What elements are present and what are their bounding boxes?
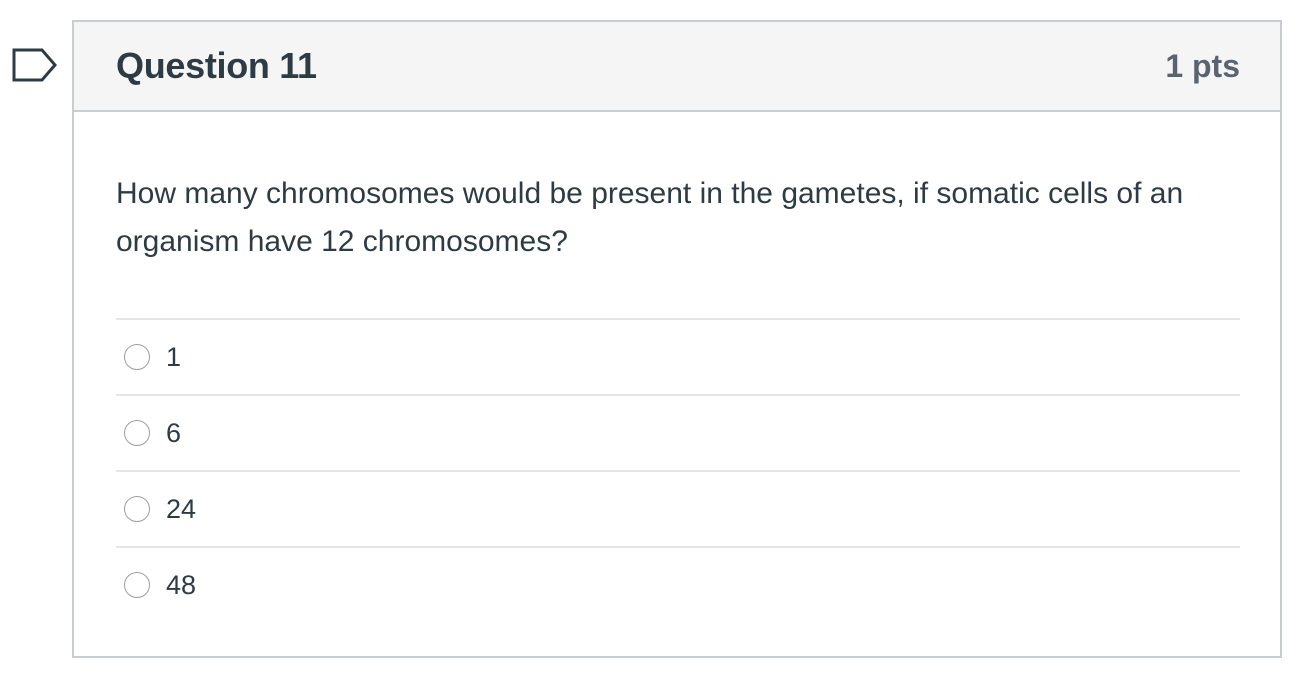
answer-option-1[interactable]: 1 — [116, 320, 1240, 396]
question-card: Question 11 1 pts How many chromosomes w… — [72, 20, 1282, 658]
question-points: 1 pts — [1165, 47, 1240, 84]
flag-question-icon[interactable] — [12, 48, 58, 84]
question-text: How many chromosomes would be present in… — [116, 177, 1184, 258]
answer-option-48[interactable]: 48 — [116, 548, 1240, 622]
answer-label: 1 — [166, 341, 182, 372]
radio-button[interactable] — [124, 420, 150, 446]
radio-button[interactable] — [124, 496, 150, 522]
question-body: How many chromosomes would be present in… — [74, 112, 1280, 622]
answer-label: 48 — [166, 569, 197, 600]
question-header: Question 11 1 pts — [74, 22, 1280, 112]
answer-list: 1 6 24 48 — [116, 318, 1240, 622]
radio-button[interactable] — [124, 344, 150, 370]
answer-option-24[interactable]: 24 — [116, 472, 1240, 548]
question-title: Question 11 — [116, 45, 317, 86]
radio-button[interactable] — [124, 572, 150, 598]
answer-label: 24 — [166, 493, 197, 524]
answer-option-6[interactable]: 6 — [116, 396, 1240, 472]
answer-label: 6 — [166, 417, 182, 448]
